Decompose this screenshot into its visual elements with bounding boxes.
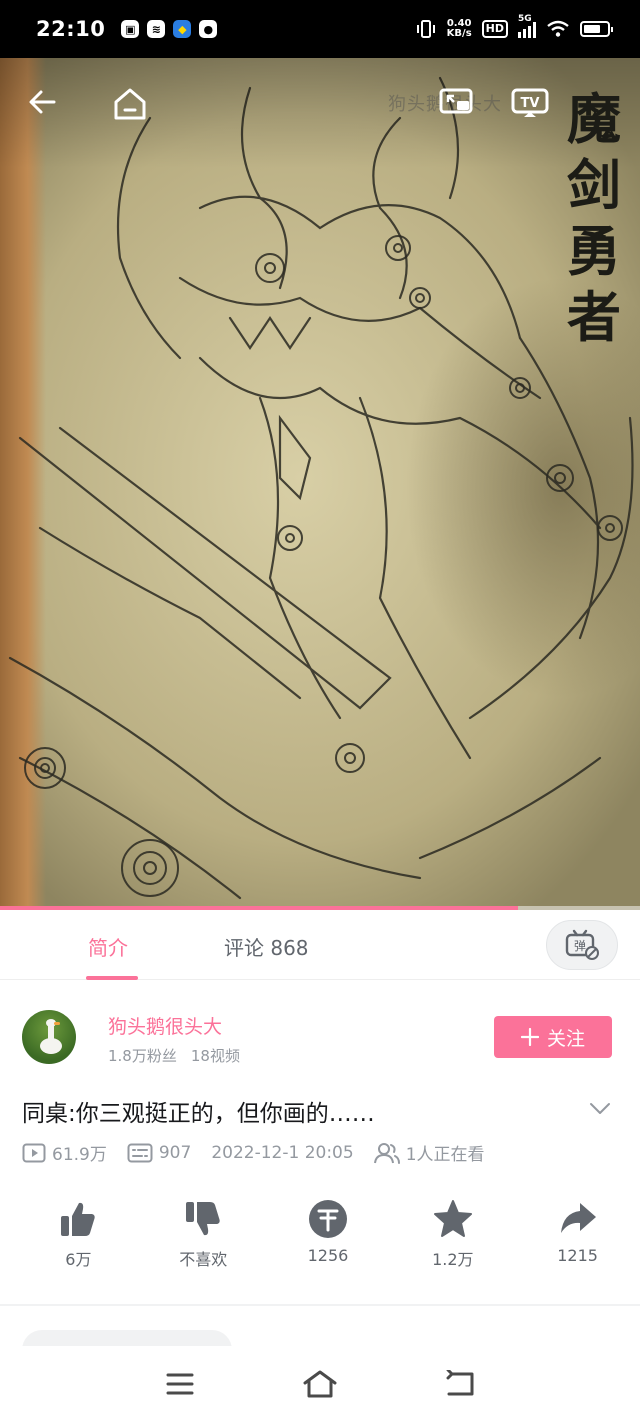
tab-comments[interactable]: 评论 868 — [224, 932, 309, 961]
video-player[interactable]: 狗头鹅很头大 魔剑勇者 TV — [0, 58, 640, 910]
coin-button[interactable]: 1256 — [266, 1196, 391, 1276]
hd-badge: HD — [481, 20, 508, 38]
tv-cast-icon: TV — [511, 88, 549, 117]
status-time: 22:10 — [36, 17, 106, 41]
uploader-row: 狗头鹅很头大 1.8万粉丝 18视频 关注 — [0, 1000, 640, 1076]
like-icon — [61, 1202, 96, 1236]
network-speed: 0.40 KB/s — [446, 18, 472, 39]
cat-app-notification-icon: ● — [199, 20, 218, 38]
pencil-sketch — [8, 76, 634, 900]
tab-active-indicator — [86, 976, 138, 980]
video-count: 18视频 — [190, 1047, 240, 1065]
coin-icon — [308, 1200, 347, 1238]
home-icon — [114, 88, 146, 120]
dislike-button[interactable]: 不喜欢 — [141, 1196, 266, 1276]
qq-browser-notification-icon: ◆ — [173, 20, 192, 38]
arrow-left-icon — [29, 90, 56, 114]
status-bar: 22:10 ▣ ≋ ◆ ● 0.40 KB/s HD 5G — [0, 0, 640, 58]
bilibili-notification-icon: ▣ — [121, 20, 140, 38]
publish-date: 2022-12-1 20:05 — [211, 1142, 354, 1163]
battery-icon — [580, 21, 613, 37]
fans-count: 1.8万粉丝 — [108, 1047, 177, 1065]
danmaku-count: 907 — [158, 1142, 192, 1163]
home-button[interactable] — [112, 86, 158, 132]
dislike-icon — [186, 1202, 220, 1236]
nav-back-button[interactable] — [436, 1360, 484, 1408]
system-nav-bar — [0, 1346, 640, 1422]
uploader-name[interactable]: 狗头鹅很头大 — [108, 1012, 222, 1039]
app-notification-icon: ≋ — [147, 20, 166, 38]
back-icon — [446, 1370, 474, 1396]
danmaku-off-icon: 弹 — [565, 929, 599, 960]
recent-apps-button[interactable] — [156, 1360, 204, 1408]
danmaku-toggle-button[interactable]: 弹 — [546, 920, 618, 970]
viewers-icon — [373, 1142, 400, 1164]
pip-button[interactable] — [438, 86, 484, 132]
share-count: 1215 — [557, 1246, 598, 1265]
vibrate-icon — [416, 20, 435, 38]
menu-icon — [166, 1373, 194, 1395]
signal-icon: 5G — [518, 14, 536, 38]
favorite-button[interactable]: 1.2万 — [390, 1196, 515, 1276]
follow-button[interactable]: 关注 — [494, 1016, 612, 1058]
like-button[interactable]: 6万 — [16, 1196, 141, 1276]
play-count: 61.9万 — [52, 1145, 107, 1165]
dislike-label: 不喜欢 — [179, 1250, 228, 1269]
follow-label: 关注 — [546, 1027, 585, 1050]
favorite-icon — [433, 1200, 472, 1237]
nav-home-button[interactable] — [296, 1360, 344, 1408]
section-divider — [0, 1304, 640, 1306]
watching-count: 1人正在看 — [405, 1145, 485, 1165]
chevron-down-icon[interactable] — [588, 1096, 612, 1120]
handwritten-title: 魔剑勇者 — [567, 87, 621, 349]
action-bar: 6万 不喜欢 1256 1.2万 1215 — [0, 1196, 640, 1276]
video-meta: 61.9万 907 2022-12-1 20:05 1人正在看 — [22, 1140, 505, 1165]
home-icon — [303, 1370, 337, 1398]
cast-tv-button[interactable]: TV — [510, 86, 556, 132]
like-count: 6万 — [65, 1250, 92, 1269]
danmaku-count-icon — [127, 1143, 153, 1162]
wifi-icon — [547, 20, 569, 37]
notification-icons: ▣ ≋ ◆ ● — [121, 20, 218, 38]
share-button[interactable]: 1215 — [515, 1196, 640, 1276]
plus-icon — [520, 1028, 539, 1046]
back-button[interactable] — [26, 86, 72, 132]
avatar[interactable] — [22, 1010, 76, 1064]
share-icon — [560, 1203, 596, 1233]
uploader-stats: 1.8万粉丝 18视频 — [108, 1045, 240, 1066]
tab-intro[interactable]: 简介 — [88, 932, 128, 961]
coin-count: 1256 — [307, 1246, 349, 1265]
detail-tabs: 简介 评论 868 弹 — [0, 910, 640, 980]
play-count-icon — [22, 1143, 46, 1162]
picture-in-picture-icon — [439, 88, 473, 114]
video-title: 同桌:你三观挺正的，但你画的…… — [22, 1101, 375, 1127]
svg-text:TV: TV — [521, 96, 540, 111]
svg-text:弹: 弹 — [574, 939, 586, 953]
favorite-count: 1.2万 — [432, 1250, 474, 1269]
